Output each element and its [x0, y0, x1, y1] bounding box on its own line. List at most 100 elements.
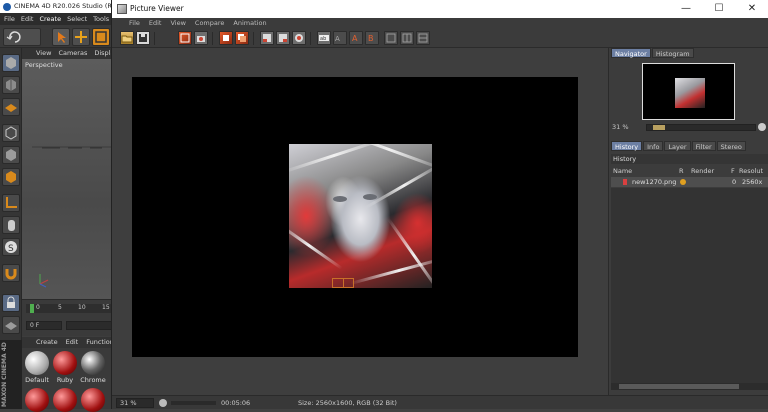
- tab-info[interactable]: Info: [643, 141, 664, 151]
- close-button[interactable]: ✕: [735, 0, 768, 18]
- material-row2-3[interactable]: [81, 388, 105, 412]
- undo-button[interactable]: [3, 28, 41, 46]
- palette-tweak-button[interactable]: [2, 216, 20, 234]
- status-zoom-field[interactable]: 31 %: [116, 398, 154, 408]
- c4d-menu-create[interactable]: Create: [39, 13, 61, 25]
- status-timeline-slider[interactable]: [171, 401, 216, 405]
- render-region-button[interactable]: [178, 31, 192, 45]
- navigator-zoom-slider[interactable]: [646, 124, 756, 131]
- palette-lock-button[interactable]: [2, 294, 20, 312]
- palette-edges-button[interactable]: [2, 146, 20, 164]
- material-chrome-label: Chrome: [80, 376, 106, 384]
- text-overlay-button[interactable]: ab: [317, 31, 331, 45]
- viewport-menu-view[interactable]: View: [36, 48, 51, 59]
- material-menu-edit[interactable]: Edit: [66, 337, 79, 348]
- minimize-button[interactable]: —: [669, 0, 703, 18]
- material-row2-2[interactable]: [53, 388, 77, 412]
- pv-menu-file[interactable]: File: [129, 18, 140, 29]
- palette-polygons-button[interactable]: [2, 168, 20, 186]
- column-resolution[interactable]: Resolut: [739, 166, 768, 176]
- compare-b-icon: [279, 34, 287, 42]
- history-horizontal-scrollbar[interactable]: [611, 383, 768, 390]
- tab-stereo[interactable]: Stereo: [716, 141, 746, 151]
- pv-menu-animation[interactable]: Animation: [233, 18, 266, 29]
- select-tool-button[interactable]: [52, 28, 70, 46]
- image-canvas[interactable]: [132, 77, 578, 357]
- material-chrome[interactable]: [81, 351, 105, 375]
- tab-history[interactable]: History: [611, 141, 643, 151]
- palette-grid-button[interactable]: [2, 316, 20, 334]
- palette-points-button[interactable]: [2, 124, 20, 142]
- palette-workplane-button[interactable]: [2, 98, 20, 116]
- render-button[interactable]: [194, 31, 208, 45]
- material-ruby[interactable]: [53, 351, 77, 375]
- tab-histogram[interactable]: Histogram: [651, 48, 694, 58]
- c4d-menu-edit[interactable]: Edit: [21, 13, 34, 25]
- grid-view-button[interactable]: [384, 31, 398, 45]
- tab-filter[interactable]: Filter: [691, 141, 716, 151]
- compare-a-button[interactable]: [260, 31, 274, 45]
- history-row-name: new1270.png: [632, 178, 677, 186]
- text-b-button[interactable]: B: [365, 31, 379, 45]
- scale-tool-button[interactable]: [92, 28, 110, 46]
- timeline[interactable]: 0 5 10 15 0 F: [22, 299, 120, 336]
- viewport-menu-cameras[interactable]: Cameras: [58, 48, 87, 59]
- material-default[interactable]: [25, 351, 49, 375]
- column-name[interactable]: Name: [611, 166, 679, 176]
- navigator-preview[interactable]: [642, 63, 735, 120]
- compare-b-button[interactable]: [276, 31, 290, 45]
- image-canvas-area[interactable]: [112, 48, 608, 395]
- material-row2-1[interactable]: [25, 388, 49, 412]
- save-button[interactable]: [136, 31, 150, 45]
- history-row[interactable]: new1270.png 0 2560x: [611, 177, 768, 187]
- column-r[interactable]: R: [679, 166, 691, 176]
- text-a-button[interactable]: A: [349, 31, 363, 45]
- channel-view-button[interactable]: [416, 31, 430, 45]
- column-f[interactable]: F: [731, 166, 739, 176]
- palette-magnet-button[interactable]: [2, 264, 20, 282]
- pv-menu-edit[interactable]: Edit: [149, 18, 162, 29]
- material-menu-create[interactable]: Create: [36, 337, 58, 348]
- pv-menu-compare[interactable]: Compare: [195, 18, 225, 29]
- scrollbar-thumb[interactable]: [619, 384, 739, 389]
- navigator-zoom-row: 31 %: [612, 122, 767, 133]
- stop-render-button[interactable]: [219, 31, 233, 45]
- c4d-menu-file[interactable]: File: [4, 13, 15, 25]
- grid-icon: [5, 104, 17, 112]
- tab-navigator[interactable]: Navigator: [611, 48, 651, 58]
- maximize-button[interactable]: ☐: [702, 0, 736, 18]
- move-tool-button[interactable]: [72, 28, 90, 46]
- palette-axis-button[interactable]: [2, 194, 20, 212]
- play-icon[interactable]: [159, 399, 167, 407]
- frame-field[interactable]: 0 F: [26, 321, 62, 330]
- c4d-menu-tools[interactable]: Tools: [93, 13, 109, 25]
- compare-swap-button[interactable]: [292, 31, 306, 45]
- render-layer-button[interactable]: [235, 31, 249, 45]
- move-icon: [75, 31, 87, 43]
- zoom-reset-icon[interactable]: [758, 123, 766, 131]
- rendered-image-face[interactable]: [289, 144, 432, 288]
- timeline-playhead[interactable]: [30, 304, 34, 313]
- split-view-button[interactable]: [400, 31, 414, 45]
- c4d-menu-select[interactable]: Select: [67, 13, 87, 25]
- checker-cube-icon: [6, 79, 16, 91]
- picture-viewer-titlebar[interactable]: Picture Viewer — ☐ ✕: [112, 0, 768, 18]
- text-overlay-2-button[interactable]: A: [333, 31, 347, 45]
- bucket-selection-box[interactable]: [332, 278, 354, 288]
- layers-icon: [238, 34, 246, 42]
- material-menu-function[interactable]: Function: [86, 337, 114, 348]
- column-render-time[interactable]: Render Time: [691, 166, 731, 185]
- open-button[interactable]: [120, 31, 134, 45]
- maxon-logo: MAXON CINEMA 4D: [0, 340, 22, 409]
- palette-snap-button[interactable]: S: [2, 238, 20, 256]
- svg-text:ab: ab: [320, 36, 326, 42]
- pv-menu-view[interactable]: View: [170, 18, 185, 29]
- palette-model-button[interactable]: [2, 54, 20, 72]
- viewport[interactable]: Perspective: [22, 59, 120, 299]
- tab-layer[interactable]: Layer: [664, 141, 691, 151]
- history-section-title: History: [611, 154, 768, 164]
- history-list[interactable]: [611, 188, 768, 383]
- palette-texture-button[interactable]: [2, 76, 20, 94]
- navigator-zoom-handle[interactable]: [653, 125, 665, 130]
- timeline-ruler[interactable]: 0 5 10 15: [26, 304, 116, 313]
